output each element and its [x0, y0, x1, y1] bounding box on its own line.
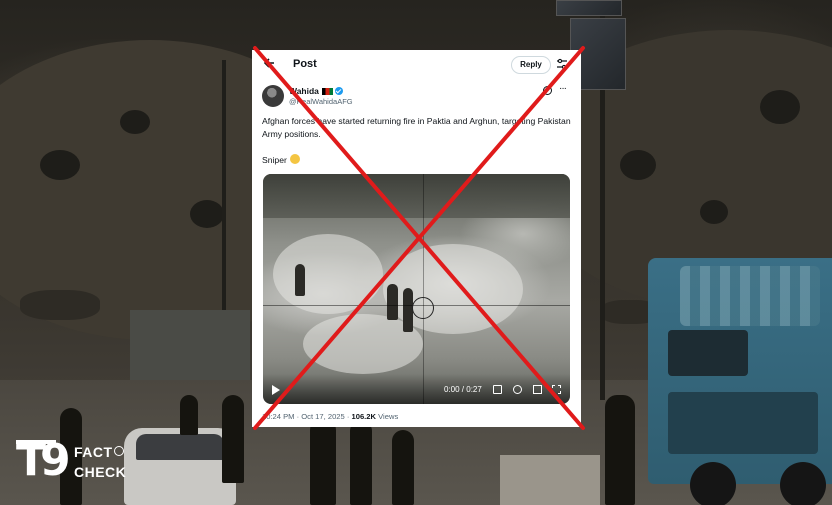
reticle-icon [412, 297, 434, 319]
logo-fact-text: FACT [74, 444, 113, 460]
picture-in-picture-icon[interactable] [533, 385, 542, 394]
figure [387, 284, 398, 320]
check-circle-icon [114, 446, 124, 456]
more-icon[interactable]: ··· [559, 83, 567, 94]
author-handle[interactable]: @RealWahidaAFG [289, 97, 353, 106]
tweet-tag-line: Sniper [262, 154, 300, 165]
author-name[interactable]: Wahida [289, 86, 319, 96]
settings-icon[interactable] [513, 385, 522, 394]
crosshair-vertical [423, 174, 424, 404]
post-header: Post Reply [252, 50, 581, 78]
back-arrow-icon[interactable] [262, 56, 276, 70]
play-icon[interactable] [272, 385, 280, 395]
tweet-text: Afghan forces have started returning fir… [262, 116, 571, 139]
views-count: 106.2K [351, 412, 377, 421]
logo-check-text: CHECK [74, 464, 127, 480]
verified-badge-icon [334, 87, 343, 95]
page-title: Post [293, 58, 317, 70]
video-timecode: 0:00 / 0:27 [444, 385, 482, 394]
fullscreen-icon[interactable] [552, 385, 561, 394]
sliders-icon[interactable] [556, 58, 568, 70]
volume-icon[interactable] [493, 385, 502, 394]
tweet-meta: 10:24 PM · Oct 17, 2025 · 106.2K Views [262, 412, 398, 421]
afghanistan-flag-icon [321, 88, 333, 95]
video-controls [263, 374, 570, 404]
tweet-timestamp[interactable]: 10:24 PM · Oct 17, 2025 · [262, 412, 349, 421]
scream-emoji-icon [289, 154, 300, 164]
logo-number: T9 [16, 435, 71, 486]
avatar[interactable] [262, 85, 284, 107]
reply-button[interactable]: Reply [511, 56, 551, 74]
figure [295, 264, 305, 296]
video-player[interactable]: 0:00 / 0:27 [263, 174, 570, 404]
author-row[interactable]: Wahida [289, 86, 343, 96]
tweet-tag: Sniper [262, 155, 287, 165]
fact-check-logo: T9 FACT CHECK [16, 435, 127, 486]
video-frame-top [263, 174, 570, 218]
views-label: Views [378, 412, 399, 421]
tweet-card: Post Reply Wahida @RealWahidaAFG ··· Afg… [252, 50, 581, 427]
grok-icon[interactable] [543, 86, 552, 95]
